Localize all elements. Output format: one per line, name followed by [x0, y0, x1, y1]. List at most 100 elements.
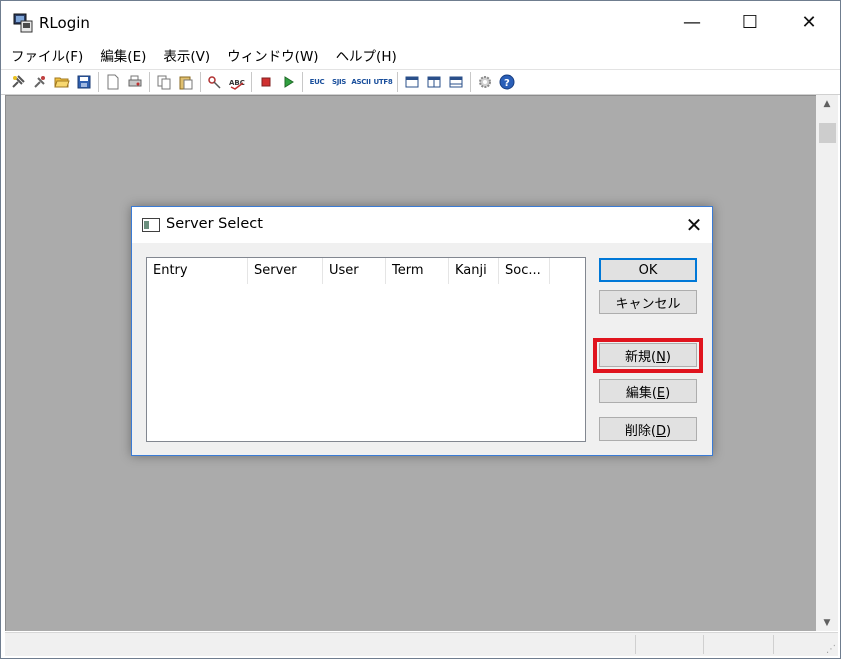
maximize-button[interactable]: ☐ [727, 1, 773, 43]
scroll-thumb[interactable] [819, 123, 836, 143]
menu-edit[interactable]: 編集(E) [93, 45, 153, 65]
connect-button[interactable] [7, 71, 29, 93]
key-button[interactable] [204, 71, 226, 93]
title-bar: RLogin — ☐ ✕ [1, 1, 840, 43]
paste-icon [179, 76, 193, 90]
folder-open-icon [54, 77, 70, 88]
close-icon: ✕ [685, 213, 703, 237]
quick-connect-button[interactable] [29, 71, 51, 93]
connect-icon [12, 75, 25, 88]
ok-label: OK [638, 262, 658, 278]
menu-window[interactable]: ウィンドウ(W) [220, 45, 325, 65]
close-icon: ✕ [801, 11, 817, 33]
play-button[interactable] [277, 71, 299, 93]
euc-label: EUC [309, 78, 325, 86]
window-title: RLogin [39, 14, 90, 32]
layout-single-button[interactable] [401, 71, 423, 93]
edit-button[interactable]: 編集(E) [599, 379, 697, 403]
status-pane [635, 635, 703, 654]
encoding-sjis-button[interactable]: SJIS [328, 71, 350, 93]
highlight-annotation [593, 338, 703, 373]
key-icon [208, 76, 221, 89]
column-term[interactable]: Term [386, 258, 449, 284]
svg-text:?: ? [504, 78, 510, 89]
status-pane [703, 635, 773, 654]
chevron-up-icon: ▲ [823, 98, 831, 109]
stop-button[interactable] [255, 71, 277, 93]
menu-help[interactable]: ヘルプ(H) [329, 45, 404, 65]
help-button[interactable]: ? [496, 71, 518, 93]
status-bar: ⋰ [5, 632, 838, 656]
open-button[interactable] [51, 71, 73, 93]
chevron-down-icon: ▼ [823, 617, 831, 628]
list-header: Entry Server User Term Kanji Soc... [147, 258, 550, 284]
close-button[interactable]: ✕ [786, 1, 832, 43]
menu-file[interactable]: ファイル(F) [4, 45, 90, 65]
column-server[interactable]: Server [248, 258, 323, 284]
scroll-down-arrow[interactable]: ▼ [816, 614, 838, 631]
minimize-icon: — [683, 11, 701, 33]
print-button[interactable] [124, 71, 146, 93]
encoding-euc-button[interactable]: EUC [306, 71, 328, 93]
utf8-label: UTF8 [373, 78, 393, 86]
ascii-label: ASCII [351, 78, 371, 86]
minimize-button[interactable]: — [669, 1, 715, 43]
encoding-ascii-button[interactable]: ASCII [350, 71, 372, 93]
toolbar-separator [200, 72, 201, 92]
paste-button[interactable] [175, 71, 197, 93]
column-entry[interactable]: Entry [147, 258, 248, 284]
maximize-icon: ☐ [741, 11, 759, 33]
cancel-button[interactable]: キャンセル [599, 290, 697, 314]
gear-icon [479, 76, 491, 88]
play-icon [284, 76, 294, 88]
encoding-utf8-button[interactable]: UTF8 [372, 71, 394, 93]
server-list[interactable]: Entry Server User Term Kanji Soc... [146, 257, 586, 442]
resize-grip-icon[interactable]: ⋰ [826, 644, 836, 655]
toolbar-separator [470, 72, 471, 92]
document-icon [107, 74, 119, 90]
rlogin-window: RLogin — ☐ ✕ ファイル(F) 編集(E) 表示(V) ウィンドウ(W… [0, 0, 841, 659]
dialog-title: Server Select [166, 216, 263, 232]
toolbar-separator [397, 72, 398, 92]
abc-check-icon: ABC [229, 79, 245, 90]
status-pane [773, 635, 818, 654]
layout-split-button[interactable] [423, 71, 445, 93]
quick-connect-icon [34, 76, 45, 88]
vertical-scrollbar[interactable]: ▲ ▼ [816, 95, 838, 631]
toolbar-separator [302, 72, 303, 92]
toolbar: ABC EUC SJIS ASCII UTF8 ? [1, 69, 840, 95]
layout-tile-button[interactable] [445, 71, 467, 93]
save-button[interactable] [73, 71, 95, 93]
print-icon [128, 75, 142, 87]
save-icon [77, 75, 91, 89]
help-icon: ? [499, 74, 515, 90]
new-document-button[interactable] [102, 71, 124, 93]
toolbar-separator [149, 72, 150, 92]
menu-bar: ファイル(F) 編集(E) 表示(V) ウィンドウ(W) ヘルプ(H) [1, 43, 840, 67]
delete-label: 削除(D) [624, 423, 672, 439]
sjis-label: SJIS [331, 78, 347, 86]
cancel-label: キャンセル [615, 296, 681, 312]
delete-button[interactable]: 削除(D) [599, 417, 697, 441]
tile-layout-icon [449, 76, 463, 88]
split-layout-icon [427, 76, 441, 88]
spellcheck-button[interactable]: ABC [226, 71, 248, 93]
edit-label: 編集(E) [625, 385, 671, 401]
column-socket[interactable]: Soc... [499, 258, 550, 284]
dialog-close-button[interactable]: ✕ [680, 211, 708, 239]
rlogin-app-icon [13, 13, 33, 33]
ok-button[interactable]: OK [599, 258, 697, 282]
copy-button[interactable] [153, 71, 175, 93]
toolbar-separator [251, 72, 252, 92]
server-select-dialog: Server Select ✕ Entry Server User Term K… [131, 206, 713, 456]
column-kanji[interactable]: Kanji [449, 258, 499, 284]
menu-view[interactable]: 表示(V) [156, 45, 217, 65]
settings-button[interactable] [474, 71, 496, 93]
column-user[interactable]: User [323, 258, 386, 284]
toolbar-separator [98, 72, 99, 92]
scroll-up-arrow[interactable]: ▲ [816, 95, 838, 112]
copy-icon [157, 75, 171, 90]
stop-icon [261, 77, 271, 87]
dialog-window-icon [142, 218, 160, 232]
dialog-title-bar: Server Select ✕ [132, 207, 712, 243]
